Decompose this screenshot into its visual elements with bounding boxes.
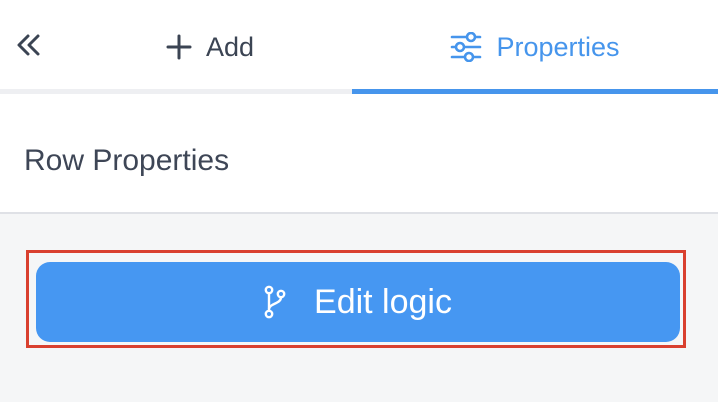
section-header: Row Properties [0, 94, 718, 214]
sliders-icon [450, 32, 482, 62]
edit-logic-button[interactable]: Edit logic [36, 262, 680, 342]
tab-properties[interactable]: Properties [352, 0, 718, 94]
plus-icon [166, 34, 192, 60]
section-body: Edit logic [0, 214, 718, 402]
tab-properties-label: Properties [496, 31, 620, 62]
properties-panel: Add Properties Row Properties Edit logic [0, 0, 718, 402]
tab-add-label: Add [205, 31, 255, 62]
tab-add[interactable]: Add [80, 0, 340, 94]
collapse-panel-button[interactable] [10, 28, 48, 66]
edit-logic-label: Edit logic [314, 282, 452, 321]
double-chevron-left-icon [14, 30, 44, 65]
section-title: Row Properties [24, 144, 230, 177]
branch-icon [264, 285, 286, 319]
tab-bar: Add Properties [0, 0, 718, 94]
